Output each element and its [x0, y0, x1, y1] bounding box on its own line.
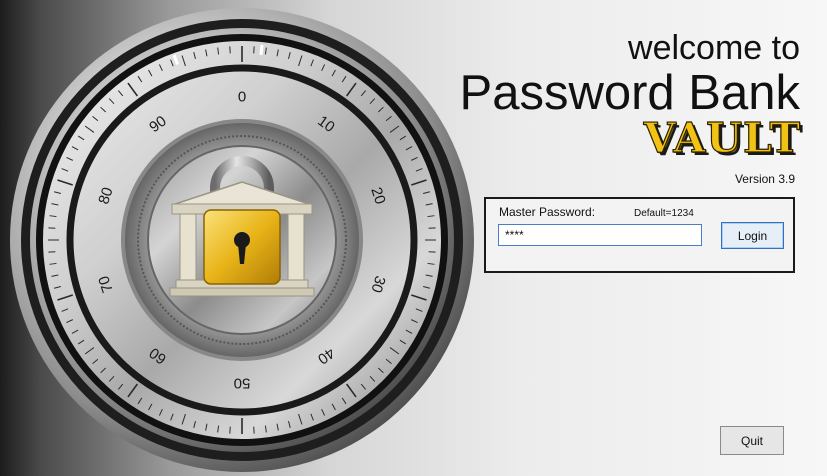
master-password-label: Master Password:	[499, 205, 596, 219]
dial-number: 50	[234, 375, 251, 392]
dial-number: 0	[238, 89, 246, 106]
default-password-hint: Default=1234	[634, 208, 694, 219]
app-title: Password Bank	[459, 66, 800, 120]
safe-dial: 0102030405060708090	[10, 8, 474, 472]
app-window: 0 10 20 30 40 50 60 70 80 90 welcome to Password …	[0, 0, 827, 476]
login-button[interactable]: Login	[721, 222, 784, 249]
master-password-input[interactable]	[498, 224, 702, 246]
quit-button[interactable]: Quit	[720, 426, 784, 455]
welcome-text: welcome to	[628, 29, 800, 67]
version-label: Version 3.9	[734, 172, 795, 186]
vault-logo-text: VAULT	[643, 114, 801, 162]
login-panel: Master Password: Default=1234 Login	[484, 197, 795, 273]
